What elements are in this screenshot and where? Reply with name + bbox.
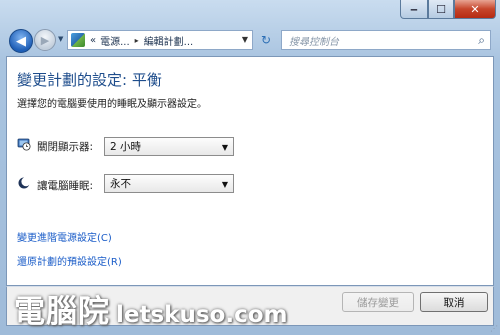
- refresh-button[interactable]: ↻: [257, 32, 275, 48]
- address-bar[interactable]: « 電源... ▸ 編輯計劃... ▼: [67, 30, 253, 50]
- navigation-bar: ◀ ▶ ▼ « 電源... ▸ 編輯計劃... ▼ ↻ 搜尋控制台 ⌕: [0, 26, 500, 56]
- watermark-logo: 電腦院 letskuso.com: [14, 286, 287, 331]
- breadcrumb-power-options[interactable]: 電源...: [98, 33, 132, 48]
- control-panel-icon: [71, 33, 85, 47]
- cancel-button[interactable]: 取消: [420, 292, 488, 312]
- title-bar: ‒ ☐ ✕: [0, 0, 500, 22]
- page-subtitle: 選擇您的電腦要使用的睡眠及顯示器設定。: [17, 99, 207, 110]
- put-computer-to-sleep-select[interactable]: 永不 ▼: [104, 174, 234, 193]
- breadcrumb-edit-plan[interactable]: 編輯計劃...: [142, 33, 196, 48]
- page-title: 變更計劃的設定: 平衡: [17, 71, 162, 89]
- maximize-button[interactable]: ☐: [428, 0, 454, 19]
- restore-default-settings-link[interactable]: 還原計劃的預設設定(R): [17, 253, 122, 268]
- caption-buttons: ‒ ☐ ✕: [400, 0, 496, 19]
- back-button[interactable]: ◀: [9, 29, 33, 53]
- forward-button[interactable]: ▶: [34, 29, 56, 51]
- watermark-brand: 電腦院: [14, 294, 110, 330]
- put-computer-to-sleep-value: 永不: [110, 178, 131, 190]
- search-icon[interactable]: ⌕: [478, 33, 485, 48]
- sleep-moon-icon: [18, 177, 31, 189]
- put-computer-to-sleep-label: 讓電腦睡眠:: [37, 180, 94, 192]
- address-dropdown-icon[interactable]: ▼: [242, 35, 248, 44]
- turn-off-display-label: 關閉顯示器:: [37, 141, 94, 153]
- recent-pages-dropdown[interactable]: ▼: [58, 35, 63, 43]
- forward-arrow-icon: ▶: [40, 33, 50, 47]
- refresh-icon: ↻: [260, 33, 272, 47]
- watermark-url: letskuso.com: [116, 302, 288, 328]
- breadcrumb-separator-icon[interactable]: ▸: [132, 36, 142, 45]
- control-panel-window: ‒ ☐ ✕ ◀ ▶ ▼ « 電源... ▸ 編輯計劃... ▼ ↻ 搜尋控制台 …: [0, 0, 500, 335]
- search-input[interactable]: 搜尋控制台 ⌕: [281, 30, 491, 50]
- resize-grip-icon[interactable]: ⋰: [490, 324, 498, 333]
- main-content-pane: 變更計劃的設定: 平衡 選擇您的電腦要使用的睡眠及顯示器設定。 關閉顯示器: 2…: [6, 56, 494, 286]
- save-changes-button[interactable]: 儲存變更: [342, 292, 414, 312]
- breadcrumb-overflow[interactable]: «: [88, 35, 98, 46]
- turn-off-display-select[interactable]: 2 小時 ▼: [104, 137, 234, 156]
- minimize-button[interactable]: ‒: [400, 0, 428, 19]
- turn-off-display-value: 2 小時: [110, 141, 142, 153]
- display-timer-icon: [17, 138, 31, 151]
- chevron-down-icon: ▼: [221, 143, 228, 152]
- back-arrow-icon: ◀: [16, 33, 26, 49]
- chevron-down-icon: ▼: [221, 180, 228, 189]
- change-advanced-power-settings-link[interactable]: 變更進階電源設定(C): [17, 229, 112, 244]
- close-button[interactable]: ✕: [454, 0, 496, 19]
- search-placeholder: 搜尋控制台: [289, 36, 339, 48]
